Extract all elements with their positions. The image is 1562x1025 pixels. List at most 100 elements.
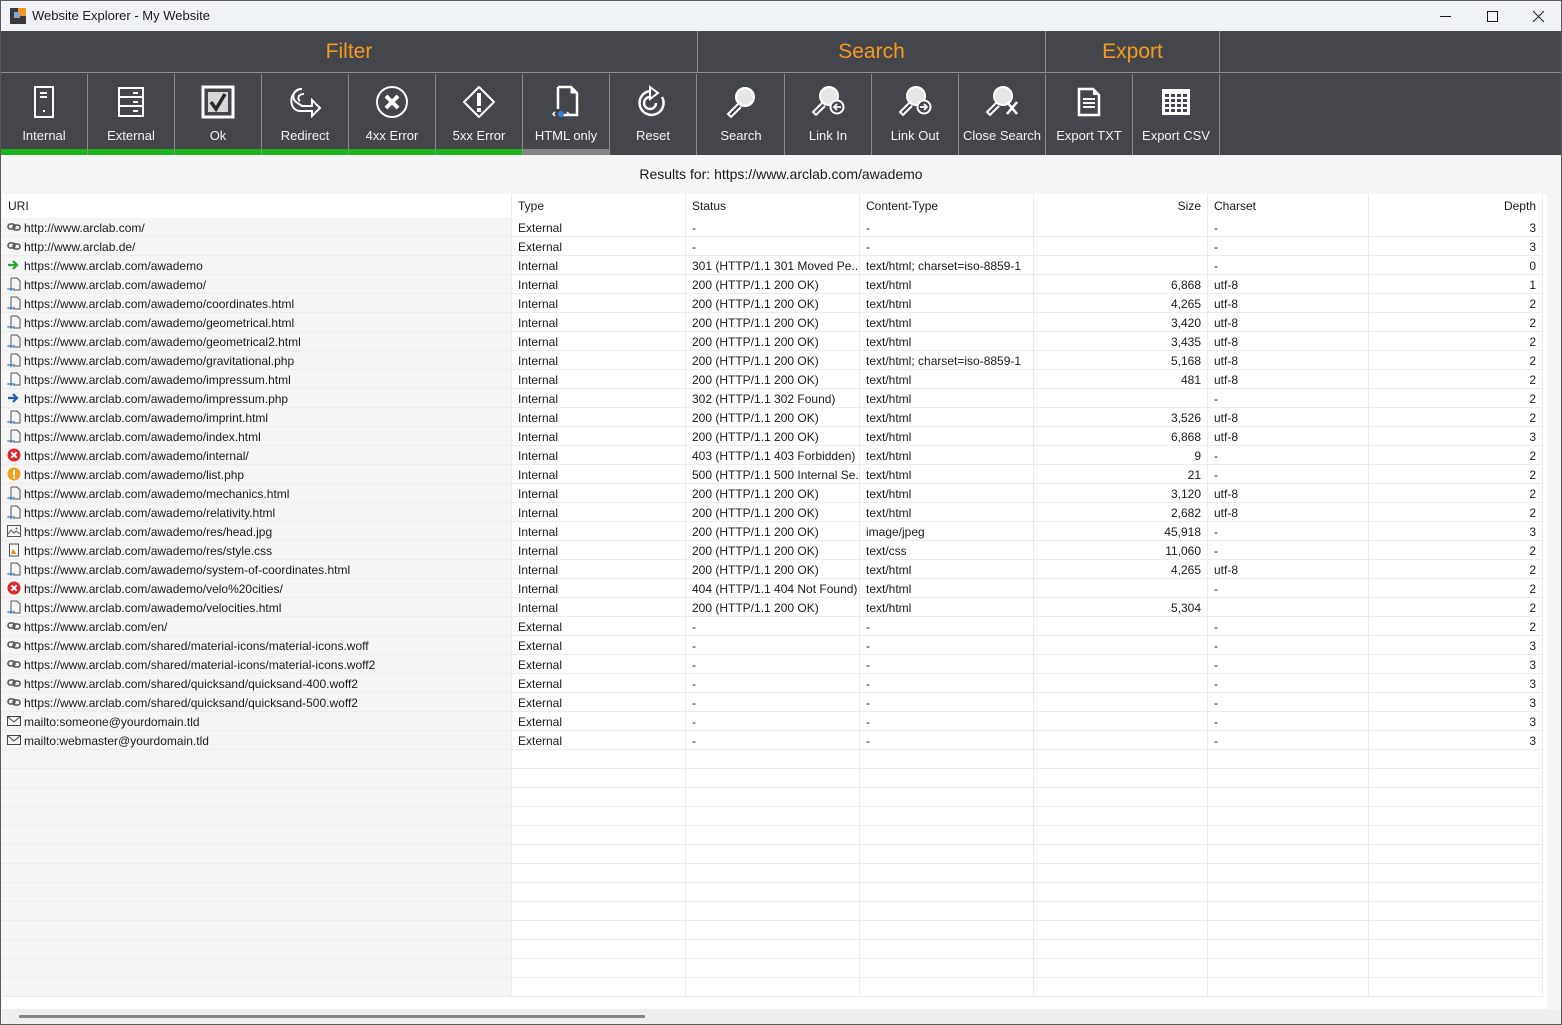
column-header-status[interactable]: Status — [686, 194, 860, 218]
table-row[interactable]: https://www.arclab.com/awademo/system-of… — [2, 560, 1547, 579]
table-row[interactable]: https://www.arclab.com/awademo/impressum… — [2, 389, 1547, 408]
cell-size: 3,435 — [1034, 332, 1208, 351]
cell-charset — [1208, 598, 1369, 617]
filter-4xx-error-button[interactable]: 4xx Error — [349, 74, 436, 155]
uri-text: https://www.arclab.com/awademo/mechanics… — [24, 487, 290, 501]
reset-filter-button[interactable]: Reset — [610, 74, 697, 155]
html-file-icon — [7, 562, 21, 576]
octagon-alert-icon — [463, 86, 495, 118]
maximize-button[interactable] — [1469, 1, 1515, 31]
filter-redirect-button[interactable]: Redirect — [262, 74, 349, 155]
column-header-type[interactable]: Type — [512, 194, 686, 218]
column-header-size[interactable]: Size — [1034, 194, 1208, 218]
horizontal-scrollbar[interactable] — [2, 1009, 1561, 1024]
table-row[interactable]: https://www.arclab.com/shared/material-i… — [2, 655, 1547, 674]
cell-size — [1034, 237, 1208, 256]
link-in-button[interactable]: Link In — [785, 74, 872, 155]
cell-depth — [1369, 769, 1543, 788]
column-header-content-type[interactable]: Content-Type — [860, 194, 1034, 218]
cell-charset: - — [1208, 693, 1369, 712]
table-row[interactable]: https://www.arclab.com/awademo/geometric… — [2, 332, 1547, 351]
table-header: URI Type Status Content-Type Size Charse… — [2, 194, 1547, 218]
filter-html-only-button[interactable]: HTML only — [523, 74, 610, 155]
table-row[interactable]: https://www.arclab.com/awademo/geometric… — [2, 313, 1547, 332]
table-row[interactable]: https://www.arclab.com/awademo/imprint.h… — [2, 408, 1547, 427]
table-row[interactable]: https://www.arclab.com/awademo/velo%20ci… — [2, 579, 1547, 598]
table-row[interactable]: https://www.arclab.com/awademo/velocitie… — [2, 598, 1547, 617]
results-table: URI Type Status Content-Type Size Charse… — [2, 194, 1547, 1009]
cell-status: 403 (HTTP/1.1 403 Forbidden) — [686, 446, 860, 465]
table-row[interactable]: https://www.arclab.com/awademo/mechanics… — [2, 484, 1547, 503]
cell-type: Internal — [512, 446, 686, 465]
cell-size — [1034, 769, 1208, 788]
table-row[interactable]: https://www.arclab.com/awademo/Internal 2… — [2, 275, 1547, 294]
close-button[interactable] — [1515, 1, 1561, 31]
cell-depth — [1369, 940, 1543, 959]
cell-charset: - — [1208, 465, 1369, 484]
horizontal-scrollbar-thumb[interactable] — [19, 1015, 645, 1018]
uri-text: https://www.arclab.com/awademo/geometric… — [24, 335, 301, 349]
cell-status — [686, 883, 860, 902]
cell-status — [686, 940, 860, 959]
table-row[interactable]: https://www.arclab.com/awademo/gravitati… — [2, 351, 1547, 370]
filter-5xx-error-label: 5xx Error — [452, 128, 506, 143]
close-search-button[interactable]: Close Search — [959, 74, 1046, 155]
link-out-button[interactable]: Link Out — [872, 74, 959, 155]
cell-type: Internal — [512, 598, 686, 617]
cell-status: - — [686, 617, 860, 636]
cell-type: Internal — [512, 256, 686, 275]
cell-size: 6,868 — [1034, 275, 1208, 294]
table-row[interactable]: mailto:webmaster@yourdomain.tld External -… — [2, 731, 1547, 750]
filter-internal-button[interactable]: Internal — [1, 74, 88, 155]
cell-uri: https://www.arclab.com/awademo/geometric… — [2, 332, 512, 351]
table-row[interactable]: https://www.arclab.com/awademo Internal 30… — [2, 256, 1547, 275]
cell-status: - — [686, 655, 860, 674]
cell-status: 200 (HTTP/1.1 200 OK) — [686, 294, 860, 313]
cell-depth: 3 — [1369, 522, 1543, 541]
cell-type: Internal — [512, 503, 686, 522]
export-csv-button[interactable]: Export CSV — [1133, 74, 1220, 155]
table-row[interactable]: https://www.arclab.com/shared/quicksand/… — [2, 674, 1547, 693]
cell-status: 200 (HTTP/1.1 200 OK) — [686, 313, 860, 332]
uri-text: https://www.arclab.com/awademo/internal/ — [24, 449, 249, 463]
table-row[interactable]: https://www.arclab.com/awademo/index.htm… — [2, 427, 1547, 446]
table-row[interactable]: https://www.arclab.com/awademo/res/style… — [2, 541, 1547, 560]
table-row[interactable]: https://www.arclab.com/awademo/internal/… — [2, 446, 1547, 465]
table-row[interactable]: https://www.arclab.com/awademo/relativit… — [2, 503, 1547, 522]
cell-depth: 2 — [1369, 617, 1543, 636]
table-row[interactable]: https://www.arclab.com/awademo/coordinat… — [2, 294, 1547, 313]
cell-charset — [1208, 921, 1369, 940]
table-row[interactable]: https://www.arclab.com/shared/material-i… — [2, 636, 1547, 655]
filter-external-button[interactable]: External — [88, 74, 175, 155]
link-icon — [7, 239, 21, 253]
uri-text: https://www.arclab.com/awademo/geometric… — [24, 316, 295, 330]
cell-size: 21 — [1034, 465, 1208, 484]
cell-charset — [1208, 826, 1369, 845]
empty-table-row — [2, 921, 1547, 940]
table-row[interactable]: mailto:someone@yourdomain.tld External - - -… — [2, 712, 1547, 731]
cell-status — [686, 845, 860, 864]
reset-icon — [638, 85, 665, 117]
table-row[interactable]: https://www.arclab.com/awademo/list.php I… — [2, 465, 1547, 484]
filter-5xx-error-button[interactable]: 5xx Error — [436, 74, 523, 155]
table-row[interactable]: https://www.arclab.com/awademo/impressum… — [2, 370, 1547, 389]
minimize-button[interactable] — [1422, 1, 1468, 31]
column-header-charset[interactable]: Charset — [1208, 194, 1369, 218]
filter-ok-button[interactable]: Ok — [175, 74, 262, 155]
magnifier-link-out-icon — [898, 86, 932, 117]
table-row[interactable]: http://www.arclab.com/External - - -3 — [2, 218, 1547, 237]
table-row[interactable]: https://www.arclab.com/en/External - - -2 — [2, 617, 1547, 636]
table-row[interactable]: https://www.arclab.com/awademo/res/head.… — [2, 522, 1547, 541]
cell-uri: mailto:someone@yourdomain.tld — [2, 712, 512, 731]
column-header-uri[interactable]: URI — [2, 194, 512, 218]
search-button[interactable]: Search — [698, 74, 785, 155]
cell-content-type: text/html — [860, 465, 1034, 484]
cell-charset: utf-8 — [1208, 370, 1369, 389]
column-header-depth[interactable]: Depth — [1369, 194, 1543, 218]
uri-text: https://www.arclab.com/shared/material-i… — [24, 639, 369, 653]
cell-depth — [1369, 750, 1543, 769]
cell-status: - — [686, 218, 860, 237]
table-row[interactable]: http://www.arclab.de/External - - -3 — [2, 237, 1547, 256]
table-row[interactable]: https://www.arclab.com/shared/quicksand/… — [2, 693, 1547, 712]
export-txt-button[interactable]: Export TXT — [1046, 74, 1133, 155]
